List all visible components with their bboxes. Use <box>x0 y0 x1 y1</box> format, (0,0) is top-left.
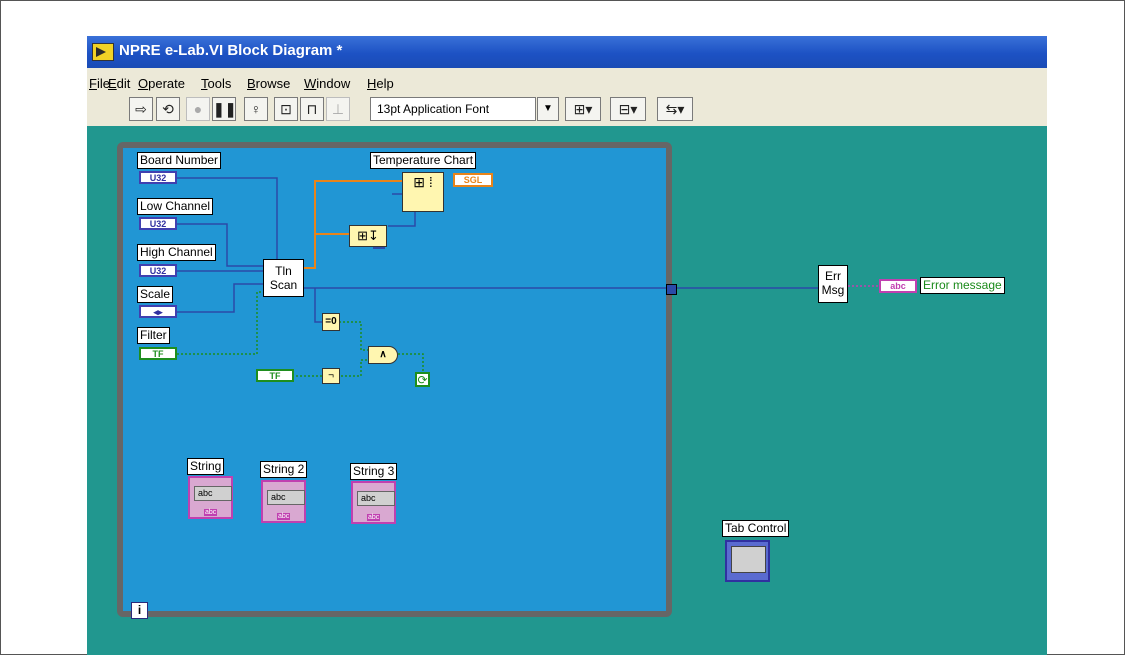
vi-icon <box>92 43 114 61</box>
menu-operate[interactable]: Operate <box>138 76 185 91</box>
temperature-chart-label: Temperature Chart <box>370 152 477 169</box>
pause-icon[interactable]: ❚❚ <box>212 97 236 121</box>
board-number-label: Board Number <box>137 152 222 169</box>
menu-edit[interactable]: Edit <box>108 76 130 91</box>
wire-equals-to-and <box>339 321 368 351</box>
menu-browse[interactable]: Browse <box>247 76 290 91</box>
wire-filter <box>177 291 263 355</box>
string-2-indicator[interactable]: abc abc <box>261 480 306 523</box>
retain-wire-values-icon[interactable]: ⊡ <box>274 97 298 121</box>
loop-condition-icon[interactable]: ⟳ <box>415 372 430 387</box>
string-2-value: abc <box>267 490 305 505</box>
align-icon[interactable]: ⊞▾ <box>565 97 601 121</box>
equals-zero-node[interactable]: =0 <box>322 313 340 331</box>
error-message-label: Error message <box>920 277 1005 294</box>
highlight-execution-icon[interactable]: ♀ <box>244 97 268 121</box>
menu-help[interactable]: Help <box>367 76 394 91</box>
chevron-down-icon[interactable]: ▼ <box>537 97 559 121</box>
run-arrow-icon[interactable]: ⇨ <box>129 97 153 121</box>
menu-window[interactable]: Window <box>304 76 350 91</box>
distribute-icon[interactable]: ⊟▾ <box>610 97 646 121</box>
font-selector[interactable]: 13pt Application Font <box>370 97 536 121</box>
abort-icon[interactable]: ● <box>186 97 210 121</box>
string-3-value: abc <box>357 491 395 506</box>
menu-file[interactable]: File <box>89 76 110 91</box>
scale-terminal[interactable]: ◂▸ <box>139 305 177 318</box>
err-msg-node[interactable]: Err Msg <box>818 265 848 303</box>
wire-to-equals <box>314 288 322 323</box>
scale-label: Scale <box>137 286 174 303</box>
low-channel-label: Low Channel <box>137 198 214 215</box>
window-title: NPRE e-Lab.VI Block Diagram * <box>119 42 343 59</box>
wire-not-to-and <box>341 359 368 377</box>
tln-scan-node[interactable]: Tln Scan <box>263 259 304 297</box>
string-indicator[interactable]: abc abc <box>188 476 233 519</box>
menu-tools[interactable]: Tools <box>201 76 231 91</box>
high-channel-terminal[interactable]: U32 <box>139 264 177 277</box>
stop-bool-terminal[interactable]: TF <box>256 369 294 382</box>
wire-group-int <box>177 177 818 323</box>
not-gate-node[interactable]: ¬ <box>322 368 340 384</box>
block-diagram-canvas[interactable]: i Board Number U32 Low Channel U32 High … <box>87 126 1047 655</box>
filter-label: Filter <box>137 327 170 344</box>
wire-scale <box>177 283 263 313</box>
run-continuous-icon[interactable]: ⟲ <box>156 97 180 121</box>
wire-and-to-stop <box>398 353 424 372</box>
string-3-type-tag: abc <box>367 514 381 521</box>
string-2-type-tag: abc <box>277 513 291 520</box>
err-msg-line1: Err <box>825 269 841 283</box>
title-bar[interactable]: NPRE e-Lab.VI Block Diagram * <box>87 36 1047 68</box>
step-out-icon[interactable]: ⊥ <box>326 97 350 121</box>
string-type-tag: abc <box>204 509 218 516</box>
reorder-icon[interactable]: ⇆▾ <box>657 97 693 121</box>
labview-window: NPRE e-Lab.VI Block Diagram * File Edit … <box>87 36 1047 655</box>
high-channel-label: High Channel <box>137 244 216 261</box>
string-label: String <box>187 458 225 475</box>
tln-scan-line2: Scan <box>269 278 298 292</box>
error-message-terminal[interactable]: abc <box>879 279 917 293</box>
string-value: abc <box>194 486 232 501</box>
wire-layer <box>177 177 879 377</box>
bundle-node[interactable]: ⊞ ⁞ <box>402 172 444 212</box>
err-msg-line2: Msg <box>821 283 845 297</box>
string-3-indicator[interactable]: abc abc <box>351 481 396 524</box>
build-array-node[interactable]: ⊞↧ <box>349 225 387 247</box>
tab-control-terminal[interactable] <box>725 540 770 582</box>
string-3-label: String 3 <box>350 463 398 480</box>
loop-tunnel[interactable] <box>666 284 677 295</box>
board-number-terminal[interactable]: U32 <box>139 171 177 184</box>
low-channel-terminal[interactable]: U32 <box>139 217 177 230</box>
filter-terminal[interactable]: TF <box>139 347 177 360</box>
toolbar: ⇨ ⟲ ● ❚❚ ♀ ⊡ ⊓ ⊥ 13pt Application Font ▼… <box>87 94 1047 126</box>
menu-bar: File Edit Operate Tools Browse Window He… <box>87 72 1047 94</box>
tab-control-label: Tab Control <box>722 520 790 537</box>
temperature-chart-terminal[interactable]: SGL <box>453 173 493 187</box>
string-2-label: String 2 <box>260 461 308 478</box>
and-gate-node[interactable]: ∧ <box>368 346 398 364</box>
tab-control-inner <box>731 546 766 573</box>
step-into-icon[interactable]: ⊓ <box>300 97 324 121</box>
tln-scan-line1: Tln <box>275 264 292 278</box>
